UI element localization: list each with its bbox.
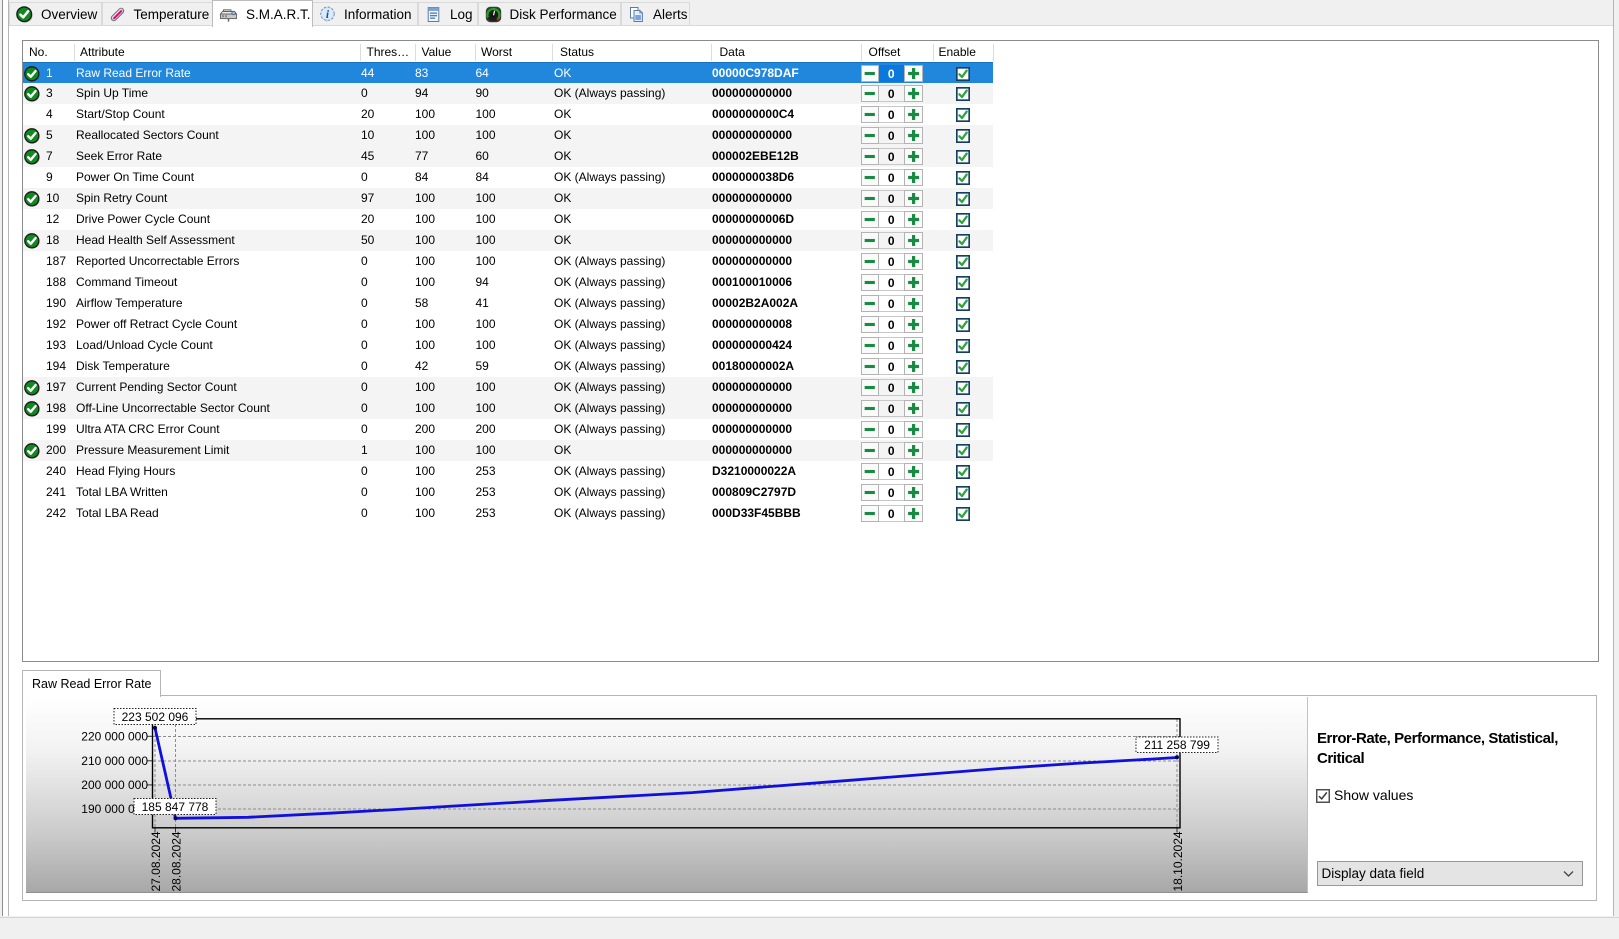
svg-text:200 000 000: 200 000 000 <box>81 778 148 792</box>
svg-text:27.08.2024: 27.08.2024 <box>149 831 163 891</box>
svg-text:185 847 778: 185 847 778 <box>142 800 209 814</box>
svg-text:210 000 000: 210 000 000 <box>81 754 148 768</box>
svg-text:211 258 799: 211 258 799 <box>1144 738 1210 752</box>
svg-text:18.10.2024: 18.10.2024 <box>1171 831 1185 891</box>
svg-text:220 000 000: 220 000 000 <box>81 730 148 744</box>
svg-text:223 502 096: 223 502 096 <box>122 710 189 724</box>
svg-text:28.08.2024: 28.08.2024 <box>170 831 184 891</box>
